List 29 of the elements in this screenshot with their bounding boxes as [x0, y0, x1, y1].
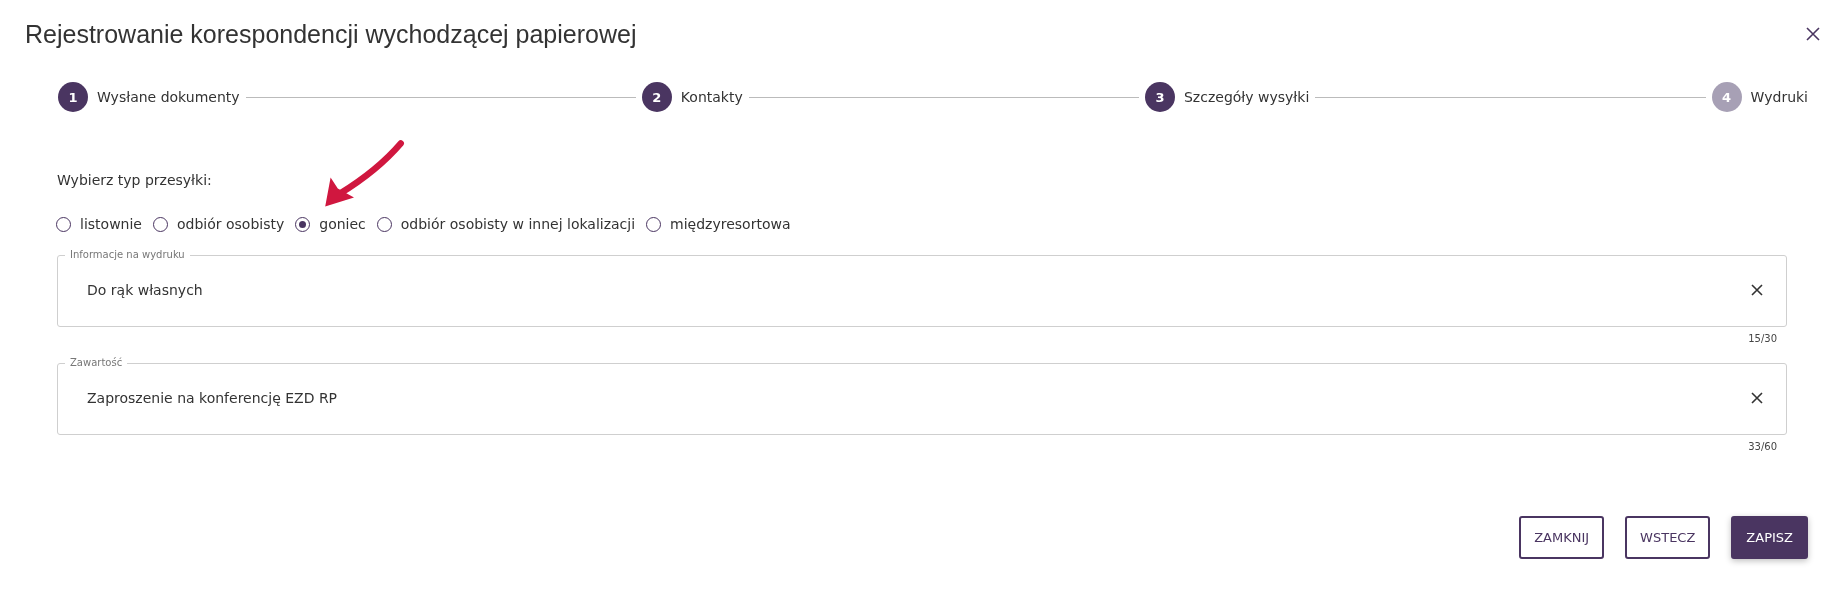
clear-icon[interactable] — [1751, 284, 1763, 296]
clear-icon[interactable] — [1751, 392, 1763, 404]
step-number: 3 — [1145, 82, 1175, 112]
step-number: 2 — [641, 82, 672, 112]
radio-label[interactable]: odbiór osobisty — [176, 216, 285, 232]
step-label: Kontakty — [680, 89, 743, 105]
step-number: 4 — [1711, 82, 1742, 112]
character-counter: 33/60 — [1747, 441, 1777, 452]
field-label: Informacje na wydruku — [69, 248, 186, 262]
radio-label[interactable]: odbiór osobisty w innej lokalizacji — [400, 216, 636, 232]
back-button[interactable]: WSTECZ — [1625, 516, 1711, 559]
close-icon[interactable] — [1806, 27, 1820, 41]
radio-label[interactable]: listownie — [80, 216, 142, 232]
text-field[interactable]: Zawartość Zaproszenie na konferencję EZD RP — [57, 356, 1787, 435]
step-label: Szczegóły wysyłki — [1184, 89, 1310, 105]
shipping-type-label: Wybierz typ przesyłki: — [57, 172, 213, 188]
field-label: Zawartość — [69, 356, 124, 370]
step-label: Wysłane dokumenty — [97, 89, 240, 105]
field-value: Do rąk własnych — [87, 282, 203, 298]
dialog-title: Rejestrowanie korespondencji wychodzącej papierowej — [25, 19, 637, 49]
radio-label[interactable]: międzyresortowa — [670, 216, 791, 232]
step-label: Wydruki — [1750, 89, 1808, 105]
text-field[interactable]: Informacje na wydruku Do rąk własnych — [57, 248, 1787, 327]
step-number: 1 — [58, 82, 88, 112]
close-button[interactable]: ZAMKNIJ — [1519, 516, 1605, 559]
field-value: Zaproszenie na konferencję EZD RP — [87, 390, 338, 406]
save-button[interactable]: ZAPISZ — [1731, 516, 1808, 559]
character-counter: 15/30 — [1747, 333, 1777, 344]
radio-label[interactable]: goniec — [319, 216, 366, 232]
